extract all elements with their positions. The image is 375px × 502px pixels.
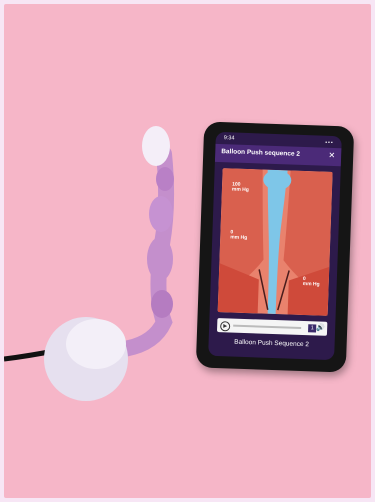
pressure-label-top: 100 mm Hg: [231, 181, 249, 194]
volume-icon[interactable]: 🔊: [316, 323, 325, 331]
status-time: 9:34: [223, 135, 235, 142]
speed-button[interactable]: 1: [308, 324, 317, 333]
photo-frame: 9:34 ▪▪▪ Balloon Push sequence 2 ✕ 100 m…: [4, 4, 371, 498]
device-segment: [149, 196, 173, 232]
device-segment: [151, 290, 173, 318]
device-segment: [147, 237, 173, 281]
device-balloon-tip: [142, 126, 170, 166]
pressure-label-middle: 0 mm Hg: [230, 229, 248, 242]
video-caption: Balloon Push Sequence 2: [234, 338, 310, 349]
app-header: Balloon Push sequence 2 ✕: [214, 143, 342, 167]
smartphone: 9:34 ▪▪▪ Balloon Push sequence 2 ✕ 100 m…: [195, 121, 355, 373]
pressure-label-bottom: 0 mm Hg: [302, 275, 320, 288]
device-segment: [156, 167, 174, 191]
video-controls: ▶ 1 🔊: [216, 318, 328, 336]
play-icon[interactable]: ▶: [219, 321, 231, 332]
signal-icon: ▪▪▪: [325, 139, 334, 146]
progress-track[interactable]: [233, 324, 302, 329]
close-icon[interactable]: ✕: [328, 151, 335, 160]
phone-screen: 9:34 ▪▪▪ Balloon Push sequence 2 ✕ 100 m…: [208, 131, 342, 361]
app-title: Balloon Push sequence 2: [221, 148, 301, 158]
animation-video[interactable]: 100 mm Hg 0 mm Hg 0 mm Hg: [217, 168, 333, 316]
